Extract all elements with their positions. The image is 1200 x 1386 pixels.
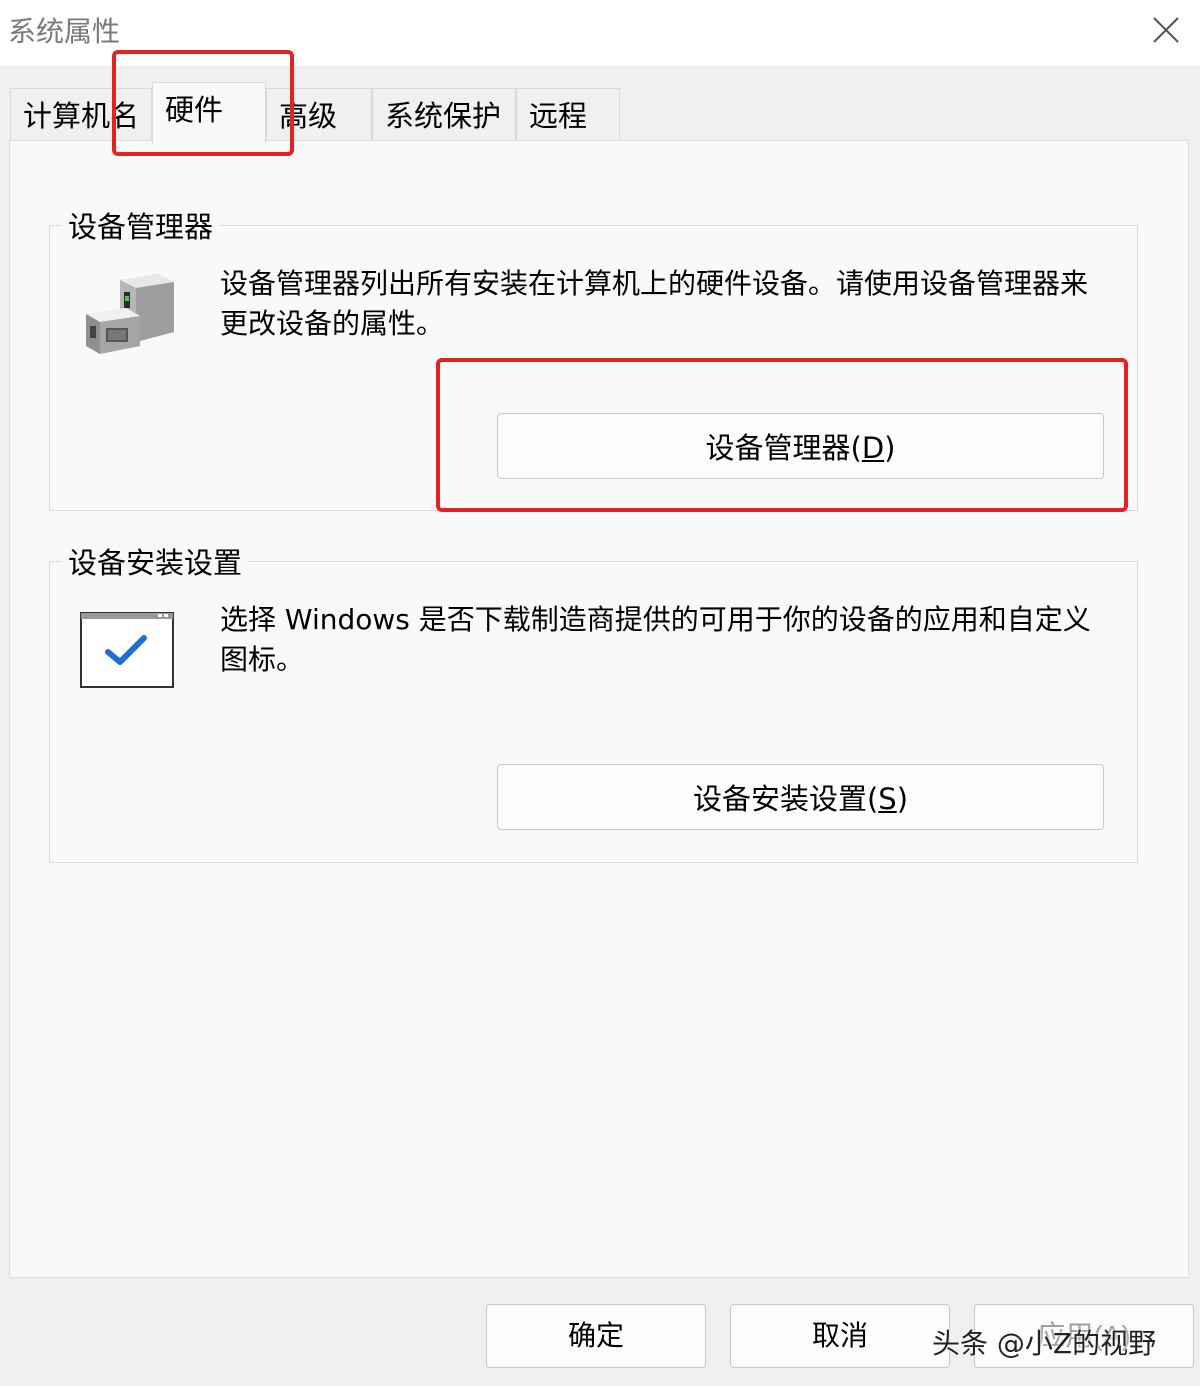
close-icon xyxy=(1153,17,1179,43)
device-manager-button-label: 设备管理器( xyxy=(705,431,862,465)
device-install-button-suffix: ) xyxy=(896,782,909,816)
ok-button[interactable]: 确定 xyxy=(486,1304,706,1368)
tab-system-protection[interactable]: 系统保护 xyxy=(372,88,516,142)
device-manager-button-accel: D xyxy=(861,431,885,465)
window-title: 系统属性 xyxy=(8,15,121,48)
device-install-settings-button[interactable]: 设备安装设置(S) xyxy=(497,764,1104,830)
hardware-tab-panel: 设备管理器 设备管理器列出所有安装在计算机上的硬件设备。请使用设备管理器来更改设… xyxy=(9,140,1189,1278)
checkmark-window-icon xyxy=(80,612,176,690)
tab-remote[interactable]: 远程 xyxy=(516,88,620,142)
cancel-button[interactable]: 取消 xyxy=(730,1304,950,1368)
close-button[interactable] xyxy=(1146,10,1186,50)
tab-advanced[interactable]: 高级 xyxy=(266,88,372,142)
device-manager-group: 设备管理器 设备管理器列出所有安装在计算机上的硬件设备。请使用设备管理器来更改设… xyxy=(49,204,1138,511)
tab-hardware[interactable]: 硬件 xyxy=(152,82,266,143)
device-manager-button-suffix: ) xyxy=(884,431,896,465)
device-install-description: 选择 Windows 是否下载制造商提供的可用于你的设备的应用和自定义图标。 xyxy=(220,603,1091,676)
tab-computer-name[interactable]: 计算机名 xyxy=(10,88,152,142)
watermark: 头条 @小Z的视野 xyxy=(932,1327,1157,1360)
device-manager-description: 设备管理器列出所有安装在计算机上的硬件设备。请使用设备管理器来更改设备的属性。 xyxy=(220,267,1089,340)
device-install-group-title: 设备安装设置 xyxy=(62,540,249,582)
tab-strip: 计算机名 硬件 高级 系统保护 远程 xyxy=(10,82,630,143)
device-install-button-label: 设备安装设置( xyxy=(692,782,879,816)
device-manager-group-title: 设备管理器 xyxy=(62,204,220,246)
device-manager-button[interactable]: 设备管理器(D) xyxy=(497,413,1104,479)
device-install-button-accel: S xyxy=(878,782,897,816)
device-manager-icon xyxy=(80,270,176,362)
title-bar: 系统属性 xyxy=(0,0,1200,66)
device-install-group: 设备安装设置 选择 Windows 是否下载制造商提供的可用于你的设备的应用和自… xyxy=(49,540,1138,863)
